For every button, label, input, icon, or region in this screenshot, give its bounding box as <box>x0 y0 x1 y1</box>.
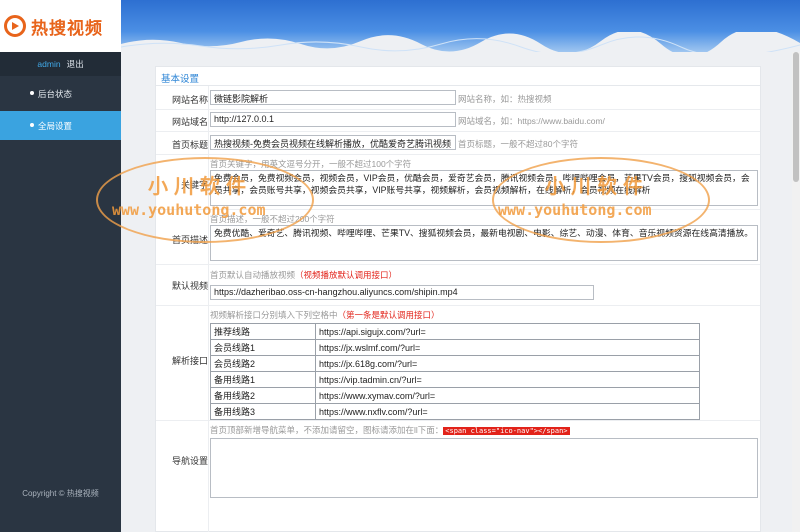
table-row: 推荐线路 https://api.sigujx.com/?url= <box>210 323 700 340</box>
default-video-input[interactable]: https://dazheribao.oss-cn-hangzhou.aliyu… <box>210 285 594 300</box>
table-row: 会员线路2 https://jx.618g.com/?url= <box>210 355 700 372</box>
parse-api-label: 解析接口 <box>171 356 208 366</box>
route-url-input[interactable]: https://www.xymav.com/?url= <box>315 387 700 404</box>
route-url-input[interactable]: https://vip.tadmin.cn/?url= <box>315 371 700 388</box>
nav-settings-label: 导航设置 <box>171 456 208 466</box>
default-video-hint: 首页默认自动播放视频（视频播放默认调用接口） <box>210 270 398 280</box>
route-name-input[interactable]: 备用线路1 <box>210 371 316 388</box>
copyright: Copyright © 热搜视频 <box>22 489 99 498</box>
table-row: 备用线路2 https://www.xymav.com/?url= <box>210 387 700 404</box>
site-domain-hint: 网站域名，如：https://www.baidu.com/ <box>458 116 605 126</box>
watermark-text: 小川软件 <box>148 176 252 198</box>
parse-api-hint: 视频解析接口分别填入下列空格中（第一条是默认调用接口） <box>210 310 440 320</box>
home-title-hint: 首页标题，一般不超过80个字符 <box>458 139 578 149</box>
play-icon <box>4 15 26 37</box>
watermark-url: www.youhutong.com <box>498 201 652 219</box>
table-row: 会员线路1 https://jx.wslmf.com/?url= <box>210 339 700 356</box>
watermark-text: 小川软件 <box>545 176 649 198</box>
watermark-url: www.youhutong.com <box>112 201 266 219</box>
default-video-label: 默认视频 <box>171 281 208 291</box>
table-row: 备用线路1 https://vip.tadmin.cn/?url= <box>210 371 700 388</box>
sidebar-item-status[interactable]: 后台状态 <box>0 79 121 108</box>
route-url-input[interactable]: https://api.sigujx.com/?url= <box>315 323 700 340</box>
home-title-input[interactable]: 热搜视频-免费会员视频在线解析播放，优酷爱奇艺腾讯视频 <box>210 135 456 150</box>
settings-panel: 基本设置 网站名称 微链影院解析 网站名称，如：热搜视频 网站域名 http:/… <box>155 66 761 532</box>
sidebar: 热搜视频 admin 退出 后台状态 全局设置 Copyright © 热搜视频 <box>0 0 121 532</box>
route-url-input[interactable]: https://jx.wslmf.com/?url= <box>315 339 700 356</box>
user-name[interactable]: admin <box>37 59 60 69</box>
site-domain-label: 网站域名 <box>171 117 208 127</box>
site-domain-input[interactable]: http://127.0.0.1 <box>210 112 456 127</box>
sidebar-item-label: 后台状态 <box>38 88 73 99</box>
scrollbar-thumb[interactable] <box>793 52 799 182</box>
site-name-hint: 网站名称，如：热搜视频 <box>458 94 552 104</box>
sidebar-item-label: 全局设置 <box>38 120 73 131</box>
logout-link[interactable]: 退出 <box>67 58 84 70</box>
nav-settings-textarea[interactable] <box>210 438 758 498</box>
nav-settings-hint: 首页顶部新增导航菜单，不添加请留空，图标请添加在ll下面： <span class… <box>210 425 570 435</box>
route-name-input[interactable]: 会员线路1 <box>210 339 316 356</box>
code-tag: <span class="ico-nav"></span> <box>443 427 570 435</box>
site-name-label: 网站名称 <box>171 95 208 105</box>
home-title-label: 首页标题 <box>171 140 208 150</box>
site-name-input[interactable]: 微链影院解析 <box>210 90 456 105</box>
route-url-input[interactable]: https://jx.618g.com/?url= <box>315 355 700 372</box>
table-row: 备用线路3 https://www.nxflv.com/?url= <box>210 403 700 420</box>
logo-text: 热搜视频 <box>31 18 103 38</box>
route-table: 推荐线路 https://api.sigujx.com/?url= 会员线路1 ht… <box>210 323 700 420</box>
route-name-input[interactable]: 备用线路3 <box>210 403 316 420</box>
scrollbar[interactable] <box>792 52 800 532</box>
route-url-input[interactable]: https://www.nxflv.com/?url= <box>315 403 700 420</box>
header-banner <box>121 0 800 52</box>
section-title: 基本设置 <box>161 74 200 85</box>
sidebar-item-global-settings[interactable]: 全局设置 <box>0 111 121 140</box>
route-name-input[interactable]: 推荐线路 <box>210 323 316 340</box>
route-name-input[interactable]: 会员线路2 <box>210 355 316 372</box>
route-name-input[interactable]: 备用线路2 <box>210 387 316 404</box>
bullet-icon <box>30 123 34 127</box>
logo[interactable]: 热搜视频 <box>0 0 121 52</box>
user-row: admin 退出 <box>0 52 121 76</box>
bullet-icon <box>30 91 34 95</box>
